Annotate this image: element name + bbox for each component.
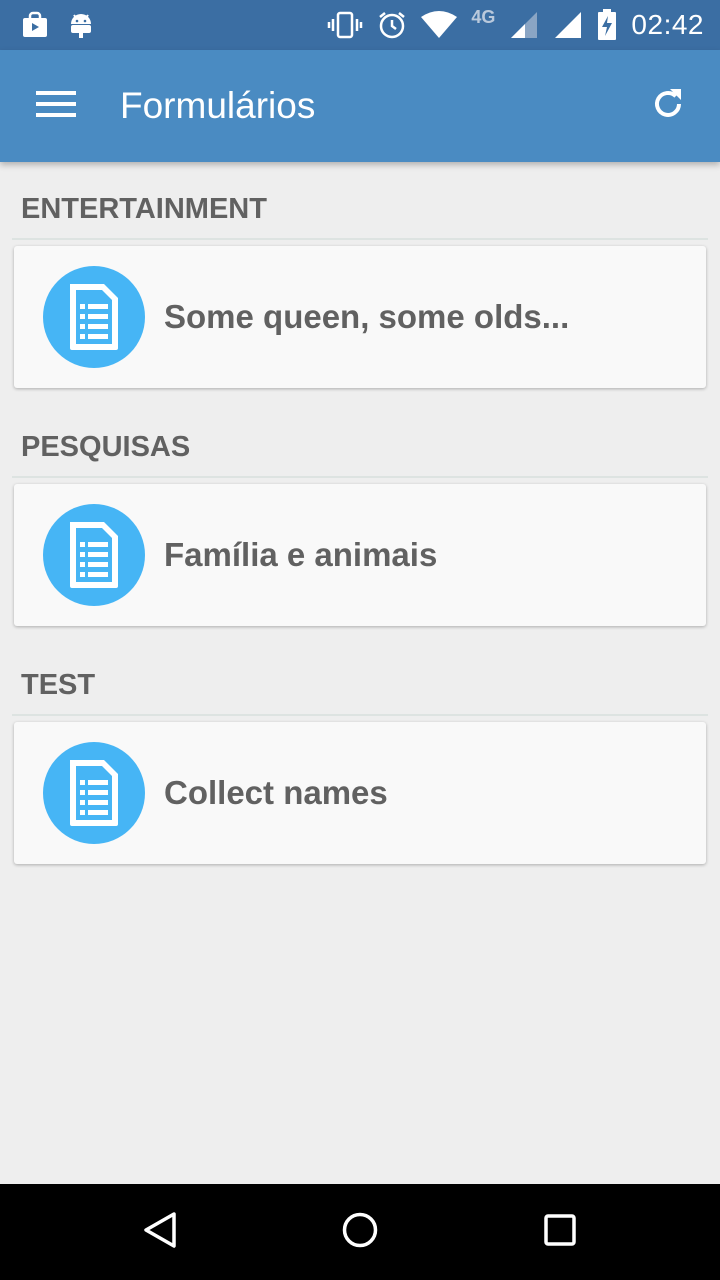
home-button[interactable] [312,1184,408,1280]
recents-icon [540,1210,580,1255]
refresh-icon [650,86,686,127]
signal-icon [509,10,539,40]
signal-icon-2 [553,10,583,40]
back-icon [140,1210,180,1255]
android-icon [68,10,94,40]
page-title: Formulários [120,85,316,126]
form-item[interactable]: Collect names [14,722,706,864]
status-bar: 4G 02:42 [0,0,720,50]
system-nav-bar [0,1184,720,1280]
recents-button[interactable] [512,1184,608,1280]
back-button[interactable] [112,1184,208,1280]
section-pesquisas: PESQUISAS Família e animais [0,388,720,626]
vibrate-icon [327,10,363,40]
section-header: ENTERTAINMENT [12,162,708,240]
form-document-icon [43,266,145,368]
refresh-button[interactable] [616,50,720,162]
app-bar: Formulários [0,50,720,162]
wifi-icon [421,11,458,39]
forms-list: ENTERTAINMENT Some queen, some olds... P… [0,162,720,1184]
form-item[interactable]: Some queen, some olds... [14,246,706,388]
form-document-icon [43,742,145,844]
section-test: TEST Collect names [0,626,720,864]
form-item-label: Collect names [164,774,388,811]
battery-charging-icon [597,9,617,41]
form-item-label: Some queen, some olds... [164,298,570,335]
hamburger-menu-icon [36,89,76,124]
home-icon [340,1210,380,1255]
alarm-icon [377,10,407,40]
section-header: TEST [12,626,708,716]
status-time: 02:42 [631,9,704,40]
form-item-label: Família e animais [164,536,438,573]
form-document-icon [43,504,145,606]
section-entertainment: ENTERTAINMENT Some queen, some olds... [0,162,720,388]
menu-button[interactable] [0,50,112,162]
form-item[interactable]: Família e animais [14,484,706,626]
section-header: PESQUISAS [12,388,708,478]
shopping-bag-icon [20,10,50,40]
network-type: 4G [471,6,496,27]
